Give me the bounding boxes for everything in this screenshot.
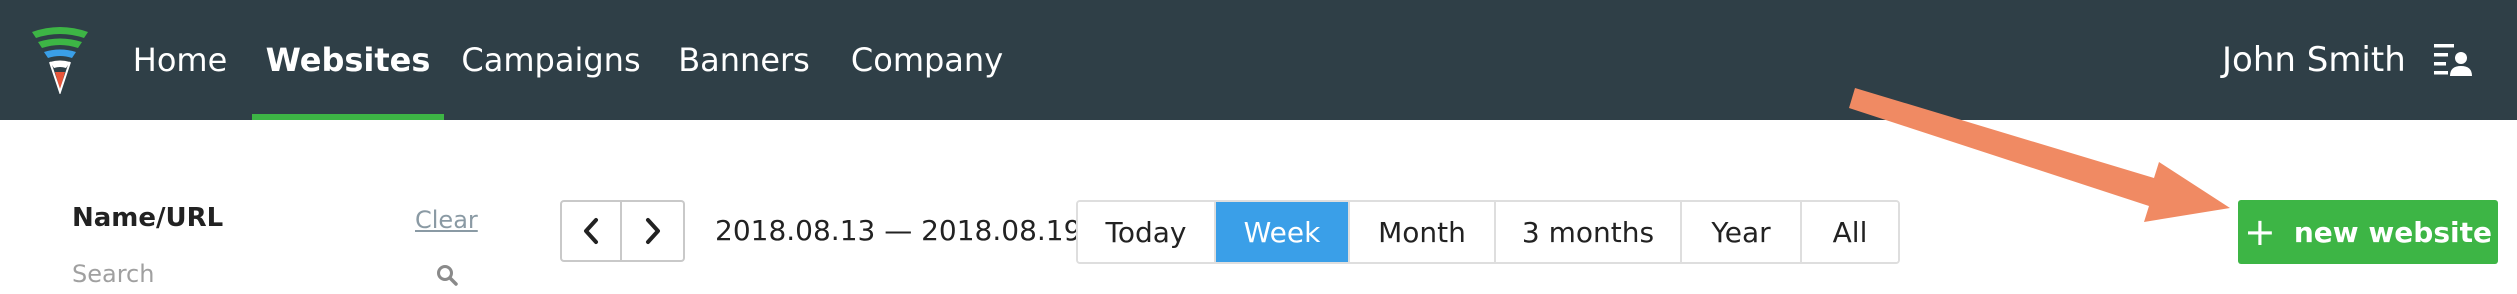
period-week-button[interactable]: Week — [1216, 202, 1350, 262]
period-all-button[interactable]: All — [1802, 202, 1898, 262]
previous-period-button[interactable] — [560, 200, 622, 262]
user-menu[interactable]: John Smith — [2222, 0, 2427, 120]
period-3-months-button[interactable]: 3 months — [1496, 202, 1682, 262]
logo-icon[interactable] — [28, 26, 92, 94]
nav-item-label: Banners — [678, 41, 810, 79]
period-label: All — [1832, 215, 1868, 249]
search-input[interactable] — [72, 254, 472, 294]
period-month-button[interactable]: Month — [1350, 202, 1496, 262]
period-selector: Today Week Month 3 months Year All — [1076, 200, 1900, 264]
user-list-icon[interactable] — [2432, 40, 2472, 80]
user-name: John Smith — [2222, 40, 2406, 80]
plus-icon: + — [2244, 210, 2276, 254]
period-label: Month — [1378, 215, 1466, 249]
nav-item-label: Company — [850, 41, 1004, 79]
period-label: Year — [1711, 215, 1771, 249]
filter-title: Name/URL — [72, 203, 224, 233]
period-year-button[interactable]: Year — [1682, 202, 1802, 262]
new-website-button[interactable]: + new website — [2238, 200, 2498, 264]
nav-item-label: Home — [132, 41, 228, 79]
nav-item-websites[interactable]: Websites — [252, 0, 444, 120]
clear-filter-link[interactable]: Clear — [415, 206, 478, 234]
top-navigation-bar: Home Websites Campaigns Banners Company … — [0, 0, 2517, 120]
date-range-label: 2018.08.13 — 2018.08.19 — [715, 214, 1082, 247]
nav-item-label: Websites — [265, 41, 431, 79]
chevron-right-icon — [645, 218, 660, 244]
period-label: 3 months — [1521, 215, 1655, 249]
search-icon[interactable] — [436, 264, 458, 286]
chevron-left-icon — [584, 218, 598, 244]
new-website-label: new website — [2293, 215, 2492, 249]
nav-item-home[interactable]: Home — [133, 0, 228, 120]
nav-item-company[interactable]: Company — [851, 0, 1003, 120]
nav-item-label: Campaigns — [461, 41, 641, 79]
active-tab-indicator — [252, 114, 444, 120]
period-today-button[interactable]: Today — [1078, 202, 1216, 262]
next-period-button[interactable] — [622, 200, 685, 262]
nav-item-banners[interactable]: Banners — [678, 0, 810, 120]
period-label: Today — [1105, 215, 1187, 249]
nav-item-campaigns[interactable]: Campaigns — [461, 0, 640, 120]
period-label: Week — [1243, 215, 1321, 249]
